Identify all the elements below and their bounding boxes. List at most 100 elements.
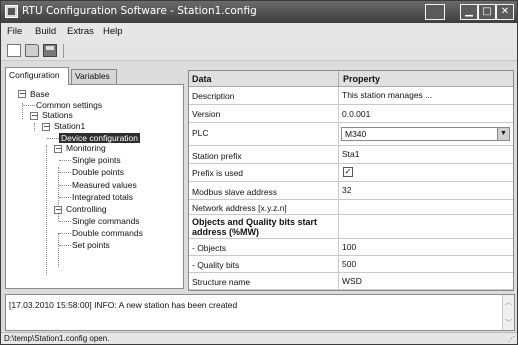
tree-connector xyxy=(23,105,35,106)
window-extra-button[interactable] xyxy=(425,4,445,20)
property-grid: Data Property Description This station m… xyxy=(188,70,514,291)
row-key: Station prefix xyxy=(192,151,242,161)
save-icon[interactable] xyxy=(43,44,57,57)
collapse-icon[interactable]: − xyxy=(54,206,62,214)
objects-address-field[interactable]: 100 xyxy=(342,242,356,252)
tree-item-device-configuration[interactable]: Device configuration xyxy=(59,133,141,143)
row-key: - Objects xyxy=(192,243,227,253)
table-row: Version 0.0.001 xyxy=(189,105,513,123)
tree-connector xyxy=(46,145,47,275)
title-bar[interactable]: RTU Configuration Software - Station1.co… xyxy=(1,1,517,23)
row-key: Version xyxy=(192,109,221,119)
tree-item-controlling[interactable]: Controlling xyxy=(66,204,107,214)
prefix-used-checkbox[interactable]: ✓ xyxy=(343,167,353,177)
column-header-data[interactable]: Data xyxy=(192,74,212,84)
cell-divider xyxy=(338,182,339,199)
cell-divider xyxy=(338,256,339,272)
cell-divider xyxy=(338,123,339,145)
minimize-button[interactable]: ▁ xyxy=(460,4,478,20)
table-row: Structure name WSD xyxy=(189,273,513,290)
tree-item-double-points[interactable]: Double points xyxy=(72,167,124,177)
tree-connector xyxy=(59,221,71,222)
tree-connector xyxy=(34,123,35,131)
column-header-property[interactable]: Property xyxy=(343,74,380,84)
maximize-button[interactable]: □ xyxy=(478,4,496,20)
tree-item-integrated-totals[interactable]: Integrated totals xyxy=(72,192,133,202)
table-row: PLC M340 ▼ xyxy=(189,123,513,146)
app-icon xyxy=(5,5,18,18)
row-key: Description xyxy=(192,91,235,101)
tab-variables[interactable]: Variables xyxy=(71,69,117,84)
collapse-icon[interactable]: − xyxy=(30,112,38,120)
tree-connector xyxy=(59,233,71,234)
collapse-icon[interactable]: − xyxy=(54,145,62,153)
status-bar: D:\temp\Station1.config open. ⋰ xyxy=(1,332,517,344)
chevron-down-icon[interactable]: ﹀ xyxy=(505,318,512,328)
tab-configuration[interactable]: Configuration xyxy=(5,67,69,85)
cell-divider xyxy=(338,215,339,238)
tree-connector xyxy=(59,172,71,173)
toolbar xyxy=(1,41,517,61)
open-folder-icon[interactable] xyxy=(25,44,39,57)
version-field[interactable]: 0.0.001 xyxy=(342,109,370,119)
menu-bar: File Build Extras Help xyxy=(1,23,517,41)
window-title: RTU Configuration Software - Station1.co… xyxy=(22,5,257,17)
log-entry: [17.03.2010 15:58:00] INFO: A new statio… xyxy=(9,300,238,310)
new-file-icon[interactable] xyxy=(7,44,21,57)
tree-item-common-settings[interactable]: Common settings xyxy=(36,100,102,110)
row-section-heading: Objects and Quality bits start address (… xyxy=(192,217,318,237)
tree-item-base[interactable]: Base xyxy=(30,89,49,99)
modbus-address-field[interactable]: 32 xyxy=(342,185,351,195)
tree-connector xyxy=(59,160,71,161)
structure-name-field[interactable]: WSD xyxy=(342,276,362,286)
tree-connector xyxy=(59,245,71,246)
app-window: RTU Configuration Software - Station1.co… xyxy=(0,0,518,345)
table-row: Prefix is used ✓ xyxy=(189,164,513,182)
row-key: Prefix is used xyxy=(192,168,244,178)
row-key: Modbus slave address xyxy=(192,187,278,197)
log-scrollbar[interactable]: ︿ ﹀ xyxy=(502,295,514,330)
cell-divider xyxy=(338,146,339,163)
tree-connector xyxy=(47,138,59,139)
tree-connector xyxy=(59,197,71,198)
tree-connector xyxy=(58,233,59,267)
checkmark-icon: ✓ xyxy=(344,167,352,176)
description-field[interactable]: This station manages ... xyxy=(342,90,432,100)
row-key: Structure name xyxy=(192,277,251,287)
close-button[interactable]: ✕ xyxy=(496,4,514,20)
tree-item-single-points[interactable]: Single points xyxy=(72,155,121,165)
plc-select[interactable]: M340 ▼ xyxy=(341,127,510,141)
tree-item-station1[interactable]: Station1 xyxy=(54,121,85,131)
table-row: - Quality bits 500 xyxy=(189,256,513,273)
tree-item-double-commands[interactable]: Double commands xyxy=(72,228,143,238)
table-row: Description This station manages ... xyxy=(189,87,513,105)
tree-connector xyxy=(59,185,71,186)
menu-help[interactable]: Help xyxy=(103,26,123,37)
tree-item-measured-values[interactable]: Measured values xyxy=(72,180,137,190)
table-row: Modbus slave address 32 xyxy=(189,182,513,200)
tree-item-monitoring[interactable]: Monitoring xyxy=(66,143,106,153)
chevron-up-icon[interactable]: ︿ xyxy=(505,297,512,307)
resize-grip-icon[interactable]: ⋰ xyxy=(508,335,515,343)
status-text: D:\temp\Station1.config open. xyxy=(4,334,110,343)
collapse-icon[interactable]: − xyxy=(42,123,50,131)
station-prefix-field[interactable]: Sta1 xyxy=(342,149,360,159)
cell-divider xyxy=(338,273,339,289)
collapse-icon[interactable]: − xyxy=(18,90,26,98)
column-divider[interactable] xyxy=(338,71,339,87)
menu-extras[interactable]: Extras xyxy=(67,26,94,37)
menu-file[interactable]: File xyxy=(7,26,22,37)
table-row: Station prefix Sta1 xyxy=(189,146,513,164)
table-row: Network address [x.y.z.n] xyxy=(189,200,513,215)
row-key: PLC xyxy=(192,128,209,138)
row-key: Network address [x.y.z.n] xyxy=(192,203,287,213)
grid-header: Data Property xyxy=(189,71,513,87)
cell-divider xyxy=(338,239,339,255)
tree-item-stations[interactable]: Stations xyxy=(42,110,73,120)
cell-divider xyxy=(338,105,339,122)
tree-item-set-points[interactable]: Set points xyxy=(72,240,110,250)
chevron-down-icon[interactable]: ▼ xyxy=(497,128,509,140)
menu-build[interactable]: Build xyxy=(35,26,56,37)
tree-item-single-commands[interactable]: Single commands xyxy=(72,216,140,226)
quality-bits-address-field[interactable]: 500 xyxy=(342,259,356,269)
